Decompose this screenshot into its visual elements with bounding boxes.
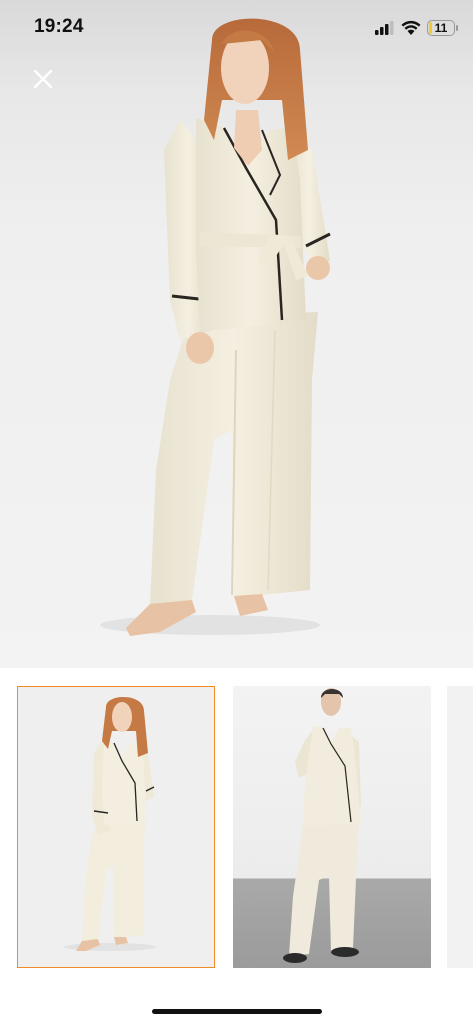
thumbnail-model-front	[64, 696, 156, 951]
thumbnail-model-alt	[283, 688, 361, 963]
battery-cap	[456, 25, 458, 31]
model-illustration	[100, 18, 331, 636]
status-bar: 19:24 11	[0, 0, 473, 58]
thumbnail-2[interactable]	[233, 686, 431, 968]
battery-level: 11	[434, 21, 448, 35]
thumbnail-1-selected[interactable]	[17, 686, 215, 968]
status-time: 19:24	[34, 16, 84, 37]
close-button[interactable]	[26, 62, 60, 96]
home-indicator[interactable]	[152, 1009, 322, 1014]
product-image-viewer: 19:24 11	[0, 0, 473, 1024]
signal-icon	[375, 21, 394, 35]
main-product-image[interactable]	[0, 0, 473, 668]
battery-icon: 11	[427, 20, 458, 36]
close-icon	[33, 69, 53, 89]
status-icons: 11	[375, 18, 458, 38]
thumbnail-strip	[0, 686, 473, 970]
thumbnail-partial	[447, 686, 473, 968]
thumbnail-3[interactable]	[447, 686, 473, 968]
battery-fill	[429, 22, 432, 34]
wifi-icon	[401, 20, 421, 35]
